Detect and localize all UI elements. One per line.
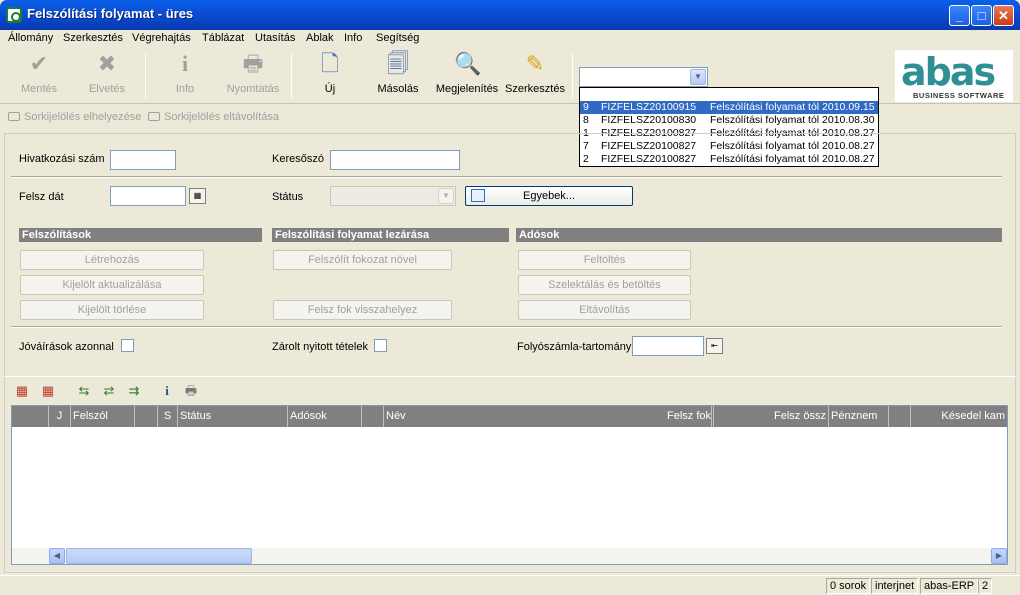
mark-icon <box>148 112 160 121</box>
menu-command[interactable]: Utasítás <box>255 32 295 44</box>
lookup-icon[interactable]: ⇤ <box>706 338 723 354</box>
menu-execute[interactable]: Végrehajtás <box>132 32 191 44</box>
section-debtors: Adósok <box>516 228 1002 242</box>
app-icon <box>6 7 22 23</box>
menu-bar: Állomány Szerkesztés Végrehajtás Tábláza… <box>0 30 1020 47</box>
date-input[interactable] <box>110 186 186 206</box>
raise-level-button[interactable]: Felszólít fokozat növel <box>273 250 452 270</box>
print-button[interactable]: 🖶 Nyomtatás <box>224 51 282 95</box>
status-number: 2 <box>978 578 993 594</box>
credits-checkbox[interactable] <box>121 339 134 352</box>
remove-button[interactable]: Eltávolítás <box>518 300 691 320</box>
keyword-label: Keresőszó <box>272 153 324 165</box>
copy-button[interactable]: 🗐 Másolás <box>372 51 424 95</box>
fill-button[interactable]: Feltöltés <box>518 250 691 270</box>
info-icon: i <box>181 51 189 76</box>
close-button[interactable]: ✕ <box>993 5 1014 26</box>
place-row-mark-button[interactable]: Sorkijelölés elhelyezése <box>8 111 141 123</box>
account-range-label: Folyószámla-tartomány <box>517 341 632 353</box>
update-selected-button[interactable]: Kijelölt aktualizálása <box>20 275 204 295</box>
add-icon <box>471 189 485 202</box>
discard-button[interactable]: ✖ Elvetés <box>82 51 132 95</box>
status-select[interactable]: ▼ <box>330 186 456 206</box>
menu-window[interactable]: Ablak <box>306 32 334 44</box>
save-button[interactable]: ✔ Mentés <box>14 51 64 95</box>
info-button[interactable]: i Info <box>162 51 208 95</box>
date-label: Felsz dát <box>19 191 64 203</box>
checkmark-icon: ✔ <box>29 51 49 76</box>
remove-row-mark-button[interactable]: Sorkijelölés eltávolítása <box>148 111 279 123</box>
new-document-icon: 🗋 <box>321 51 339 76</box>
ref-number-label: Hivatkozási szám <box>19 153 105 165</box>
magnifier-icon: 🔍 <box>454 51 482 76</box>
move-up-icon[interactable]: ⇄ <box>101 383 117 399</box>
menu-edit[interactable]: Szerkesztés <box>63 32 123 44</box>
select-load-button[interactable]: Szelektálás és betöltés <box>518 275 691 295</box>
maximize-button[interactable]: □ <box>971 5 992 26</box>
scroll-left-icon[interactable]: ◀ <box>49 548 65 564</box>
row-count: 0 sorok <box>826 578 871 594</box>
reset-level-button[interactable]: Felsz fok visszahelyez <box>273 300 452 320</box>
section-reminders: Felszólítások <box>19 228 262 242</box>
section-closing: Felszólítási folyamat lezárása <box>272 228 509 242</box>
status-bar: 0 sorok interjnet abas-ERP 2 <box>0 575 1020 595</box>
process-select[interactable]: ▼ <box>579 67 708 87</box>
delete-selected-button[interactable]: Kijelölt törlése <box>20 300 204 320</box>
calendar-icon[interactable]: ▦ <box>189 188 206 204</box>
chevron-down-icon: ▼ <box>438 188 454 204</box>
menu-table[interactable]: Táblázat <box>202 32 244 44</box>
status-app: abas-ERP <box>920 578 979 594</box>
window-title: Felszólítási folyamat - üres <box>27 6 194 21</box>
ref-number-input[interactable] <box>110 150 176 170</box>
new-button[interactable]: 🗋 Új <box>310 51 350 95</box>
pencil-icon: ✎ <box>525 51 545 76</box>
scrollbar-thumb[interactable] <box>66 548 252 564</box>
locked-checkbox[interactable] <box>374 339 387 352</box>
credits-label: Jóváírások azonnal <box>19 341 114 353</box>
edit-button[interactable]: ✎ Szerkesztés <box>504 51 566 95</box>
scroll-right-icon[interactable]: ▶ <box>991 548 1007 564</box>
delete-row-icon[interactable]: ▦ <box>40 383 56 399</box>
cross-icon: ✖ <box>97 51 117 76</box>
menu-info[interactable]: Info <box>344 32 362 44</box>
locked-label: Zárolt nyitott tételek <box>272 341 368 353</box>
insert-row-icon[interactable]: ▦ <box>14 383 30 399</box>
status-mode: interjnet <box>871 578 919 594</box>
printer-icon[interactable]: 🖶 <box>183 383 199 399</box>
mark-icon <box>8 112 20 121</box>
minimize-button[interactable]: _ <box>949 5 970 26</box>
printer-icon: 🖶 <box>242 51 264 76</box>
show-button[interactable]: 🔍 Megjelenítés <box>434 51 500 95</box>
info-icon[interactable]: i <box>159 383 175 399</box>
keyword-input[interactable] <box>330 150 460 170</box>
menu-help[interactable]: Segítség <box>376 32 419 44</box>
abas-logo: abas BUSINESS SOFTWARE <box>895 50 1013 102</box>
copy-document-icon: 🗐 <box>387 51 409 76</box>
horizontal-scrollbar[interactable]: ◀ ▶ <box>12 548 1007 564</box>
chevron-down-icon[interactable]: ▼ <box>690 69 706 85</box>
menu-file[interactable]: Állomány <box>8 32 53 44</box>
status-label: Státus <box>272 191 304 203</box>
others-button[interactable]: Egyebek... <box>465 186 633 206</box>
copy-rows-icon[interactable]: ⇆ <box>76 383 92 399</box>
create-button[interactable]: Létrehozás <box>20 250 204 270</box>
row-mark-toolbar: Sorkijelölés elhelyezése Sorkijelölés el… <box>0 106 1020 130</box>
reminders-table[interactable]: J Felszól S Státus Adósok Név Felsz fok … <box>11 405 1008 565</box>
move-down-icon[interactable]: ⇉ <box>126 383 142 399</box>
table-header: J Felszól S Státus Adósok Név Felsz fok … <box>12 406 1007 427</box>
account-range-input[interactable] <box>632 336 704 356</box>
